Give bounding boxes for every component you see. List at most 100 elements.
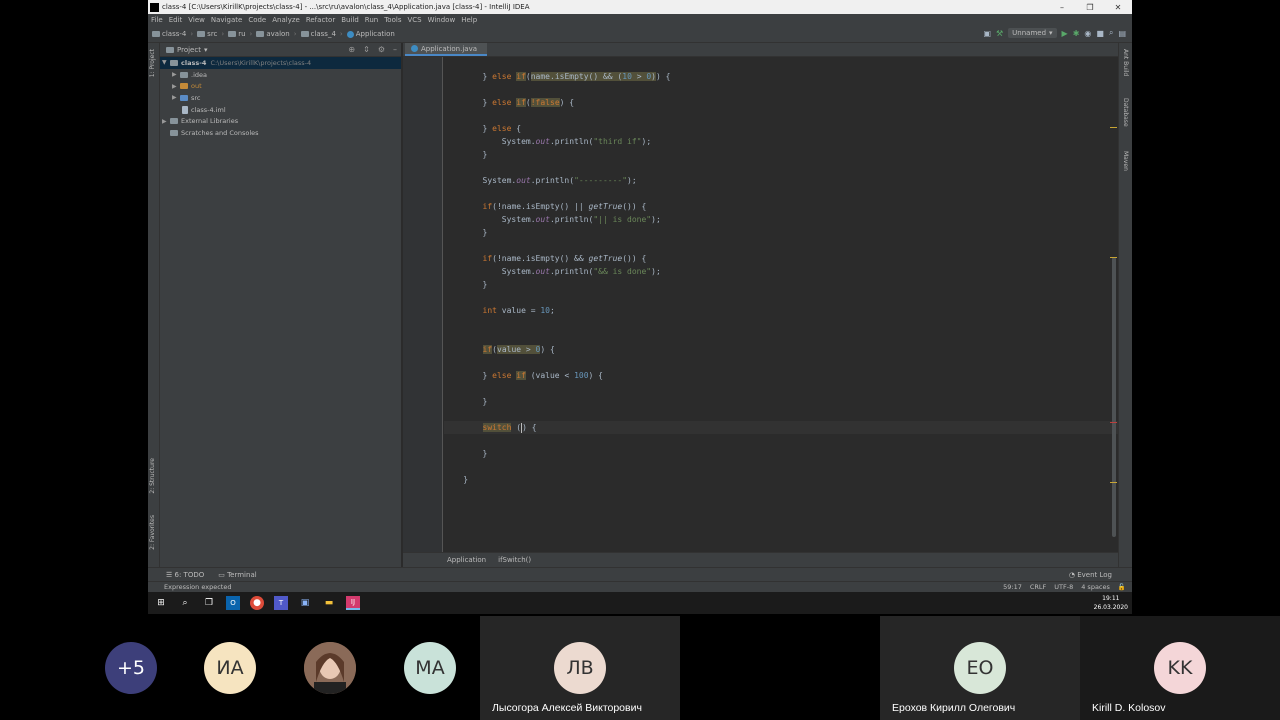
tree-item-idea[interactable]: ▶ .idea <box>160 69 401 81</box>
maximize-button[interactable]: ❐ <box>1076 3 1104 12</box>
participant-tile[interactable]: ЕО Ерохов Кирилл Олегович <box>880 616 1080 720</box>
chevron-right-icon[interactable]: ▶ <box>172 83 180 90</box>
menu-view[interactable]: View <box>188 16 205 24</box>
tree-item-external-libraries[interactable]: ▶ External Libraries <box>160 115 401 127</box>
stop-icon[interactable]: ■ <box>1096 29 1104 38</box>
breadcrumb-ru[interactable]: ru › <box>228 30 252 38</box>
coverage-icon[interactable]: ◉ <box>1084 29 1091 38</box>
chevron-right-icon[interactable]: ▶ <box>172 94 180 101</box>
editor-tab-application[interactable]: Application.java <box>405 43 488 56</box>
vcs-icon[interactable]: ▤ <box>1118 29 1126 38</box>
editor-scrollbar[interactable] <box>1112 257 1116 537</box>
participant-tile[interactable]: ЛВ Лысогора Алексей Викторович <box>480 616 680 720</box>
project-structure-icon[interactable]: ▣ <box>983 29 991 38</box>
indent-setting[interactable]: 4 spaces <box>1081 583 1110 591</box>
code-breadcrumb-class[interactable]: Application <box>447 556 486 564</box>
project-panel-header: Project ▾ ⊕ ⇕ ⚙ – <box>160 43 401 57</box>
intellij-taskbar-icon[interactable]: IJ <box>346 596 360 610</box>
avatar[interactable]: ИА <box>204 642 256 694</box>
participant-tile[interactable]: KK Kirill D. Kolosov <box>1080 616 1280 720</box>
tree-item-src[interactable]: ▶ src <box>160 92 401 104</box>
maven-tab[interactable]: Maven <box>1122 151 1129 171</box>
project-panel: Project ▾ ⊕ ⇕ ⚙ – ▼ class-4 C:\Users\Kiril… <box>160 43 402 567</box>
debug-icon[interactable]: ✱ <box>1073 29 1080 38</box>
favorites-tool-tab[interactable]: 2: Favorites <box>149 515 156 550</box>
search-icon[interactable]: ⌕ <box>1109 28 1113 38</box>
code-line: 32 } else if(name.isEmpty() && (10 > 0))… <box>444 72 671 81</box>
menu-navigate[interactable]: Navigate <box>211 16 242 24</box>
code-breadcrumb-method[interactable]: ifSwitch() <box>498 556 531 564</box>
caret-position[interactable]: 59:17 <box>1003 583 1022 591</box>
avatar[interactable]: МА <box>404 642 456 694</box>
ant-build-tab[interactable]: Ant Build <box>1122 49 1129 76</box>
project-tool-tab[interactable]: 1: Project <box>149 49 156 77</box>
avatar-photo[interactable] <box>304 642 356 694</box>
breadcrumb-class4[interactable]: class_4 › <box>300 30 343 38</box>
tree-item-iml[interactable]: class-4.iml <box>160 104 401 116</box>
menu-window[interactable]: Window <box>428 16 456 24</box>
error-mark[interactable] <box>1110 422 1117 423</box>
structure-tool-tab[interactable]: 2: Structure <box>149 458 156 494</box>
breadcrumb-src[interactable]: src › <box>197 30 224 38</box>
collapse-icon[interactable]: ⇕ <box>363 45 370 54</box>
task-view-icon[interactable]: ❐ <box>202 596 216 610</box>
left-tool-strip: 1: Project 2: Structure 2: Favorites <box>148 43 160 567</box>
todo-tab[interactable]: ☰ 6: TODO <box>166 571 204 579</box>
code-line: 38 } <box>444 150 488 159</box>
code-line: 33 <box>444 83 1118 96</box>
chevron-right-icon[interactable]: ▶ <box>162 118 170 125</box>
code-area[interactable]: 31 32 } else if(name.isEmpty() && (10 > … <box>444 57 1118 552</box>
breadcrumb-project[interactable]: class-4 › <box>152 30 193 38</box>
title-bar: class-4 [C:\Users\KirillK\projects\class… <box>148 0 1132 14</box>
chevron-right-icon[interactable]: ▶ <box>172 71 180 78</box>
menu-run[interactable]: Run <box>365 16 378 24</box>
line-separator[interactable]: CRLF <box>1030 583 1046 591</box>
virtualbox-icon[interactable]: ▣ <box>298 596 312 610</box>
lock-icon[interactable]: 🔓 <box>1118 583 1126 591</box>
file-encoding[interactable]: UTF-8 <box>1054 583 1073 591</box>
tree-item-scratches[interactable]: Scratches and Consoles <box>160 127 401 139</box>
menu-edit[interactable]: Edit <box>169 16 183 24</box>
build-hammer-icon[interactable]: ⚒ <box>996 29 1003 38</box>
menu-code[interactable]: Code <box>248 16 266 24</box>
outlook-icon[interactable]: O <box>226 596 240 610</box>
menu-analyze[interactable]: Analyze <box>272 16 300 24</box>
hide-icon[interactable]: – <box>393 45 397 54</box>
minimize-button[interactable]: – <box>1048 3 1076 12</box>
tree-item-class4[interactable]: ▼ class-4 C:\Users\KirillK\projects\class-… <box>160 57 401 69</box>
status-message: Expression expected <box>164 583 232 591</box>
menu-vcs[interactable]: VCS <box>407 16 421 24</box>
code-line: 54 <box>444 356 1118 369</box>
warning-mark[interactable] <box>1110 257 1117 258</box>
terminal-tab[interactable]: ▭ Terminal <box>218 571 256 579</box>
breadcrumb-application[interactable]: Application <box>346 30 395 38</box>
close-button[interactable]: ✕ <box>1104 3 1132 12</box>
chevron-down-icon[interactable]: ▼ <box>162 59 170 66</box>
windows-start-icon[interactable]: ⊞ <box>154 596 168 610</box>
warning-mark[interactable] <box>1110 127 1117 128</box>
gear-icon[interactable]: ⚙ <box>378 45 385 54</box>
search-icon[interactable]: ⌕ <box>178 596 192 610</box>
file-explorer-icon[interactable]: ▬ <box>322 596 336 610</box>
menu-tools[interactable]: Tools <box>384 16 401 24</box>
warning-mark[interactable] <box>1110 482 1117 483</box>
more-participants-badge[interactable]: +5 <box>105 642 157 694</box>
menu-help[interactable]: Help <box>461 16 477 24</box>
event-log-tab[interactable]: ◔ Event Log <box>1069 571 1112 579</box>
tree-item-out[interactable]: ▶ out <box>160 80 401 92</box>
run-icon[interactable]: ▶ <box>1062 29 1068 38</box>
database-tab[interactable]: Database <box>1122 98 1129 127</box>
project-view-select[interactable]: Project <box>177 46 201 54</box>
teams-icon[interactable]: T <box>274 596 288 610</box>
chrome-icon[interactable]: ● <box>250 596 264 610</box>
chevron-down-icon[interactable]: ▾ <box>204 46 208 54</box>
system-clock[interactable]: 19:11 26.03.2020 <box>1094 594 1128 612</box>
menu-file[interactable]: File <box>151 16 163 24</box>
run-config-select[interactable]: Unnamed ▾ <box>1008 28 1057 38</box>
menu-refactor[interactable]: Refactor <box>306 16 335 24</box>
class-icon <box>411 45 418 52</box>
locate-icon[interactable]: ⊕ <box>348 45 355 54</box>
breadcrumb-avalon[interactable]: avalon › <box>256 30 297 38</box>
tree-item-path: C:\Users\KirillK\projects\class-4 <box>210 58 312 67</box>
menu-build[interactable]: Build <box>341 16 359 24</box>
